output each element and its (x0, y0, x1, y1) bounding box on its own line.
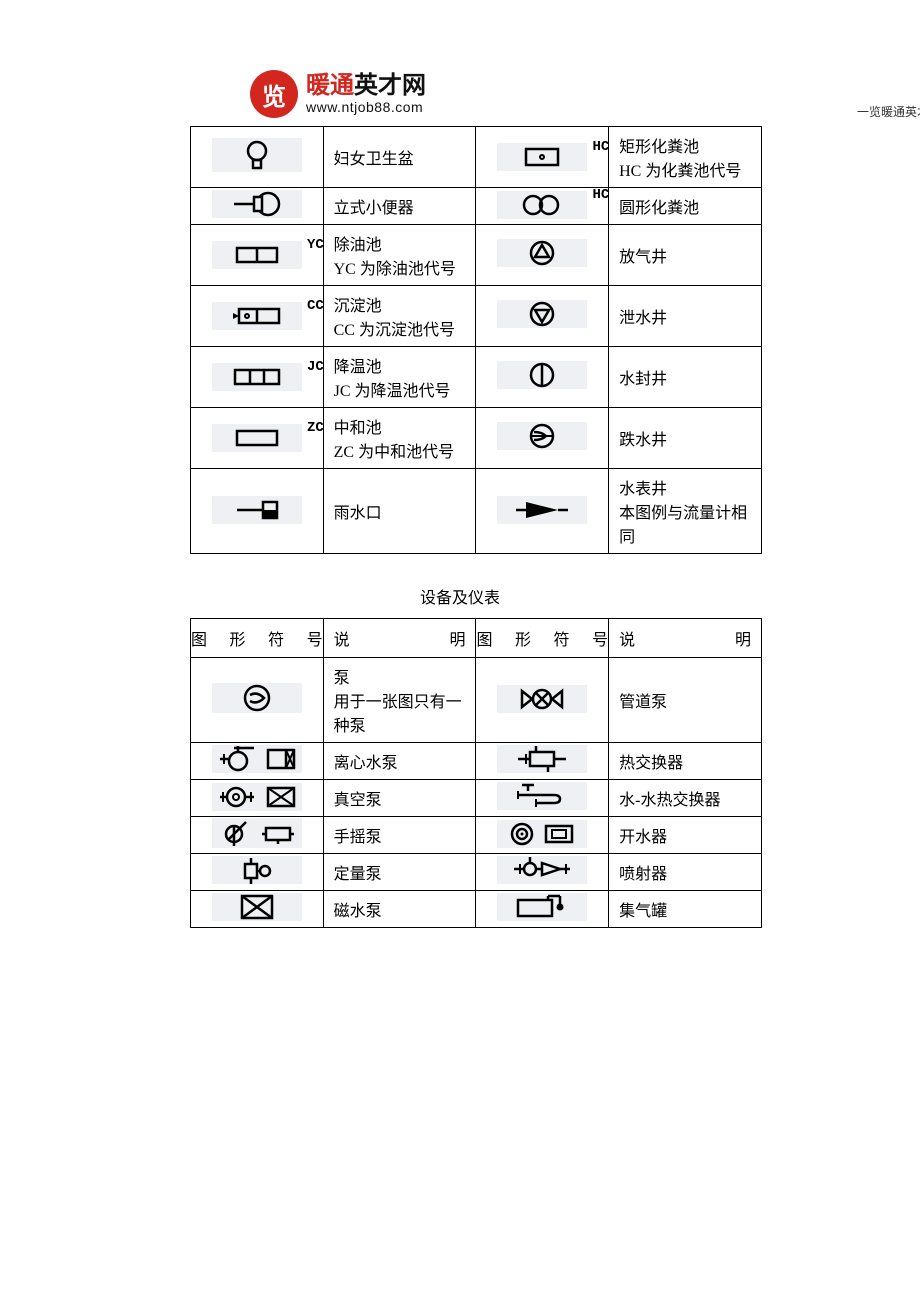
table-row: 离心水泵 热交换器 (191, 743, 762, 780)
symbol-rain-inlet-icon (212, 496, 302, 524)
symbol-desc: 开水器 (609, 817, 762, 854)
table-row: 定量泵 喷射器 (191, 854, 762, 891)
table-row: YC 除油池YC 为除油池代号 放气井 (191, 225, 762, 286)
table-row: 雨水口 水表井本图例与流量计相同 (191, 469, 762, 554)
symbol-drain-well-icon (497, 300, 587, 328)
symbol-meter-well-icon (497, 496, 587, 524)
col-header: 说明 (323, 619, 476, 658)
brand-name: 暖通英才网 (306, 73, 426, 99)
table-header-row: 图 形 符 号 说明 图 形 符 号 说明 (191, 619, 762, 658)
col-header: 图 形 符 号 (476, 619, 609, 658)
symbol-desc: 立式小便器 (323, 188, 476, 225)
symbol-desc: 雨水口 (323, 469, 476, 554)
symbol-metering-pump-icon (212, 856, 302, 884)
symbol-desc: 矩形化粪池HC 为化粪池代号 (609, 127, 762, 188)
symbol-air-collector-icon (497, 893, 587, 921)
symbol-magnetic-pump-icon (212, 893, 302, 921)
symbol-desc: 定量泵 (323, 854, 476, 891)
symbol-desc: 管道泵 (609, 658, 762, 743)
symbol-vent-well-icon (497, 239, 587, 267)
table-row: 手摇泵 开水器 (191, 817, 762, 854)
symbol-heat-exchanger-icon (497, 745, 587, 773)
brand-url: www.ntjob88.com (306, 100, 426, 115)
logo-icon: 览 (250, 70, 298, 118)
symbol-urinal-icon (212, 190, 302, 218)
symbol-ejector-icon (497, 856, 587, 884)
symbol-desc: 中和池ZC 为中和池代号 (323, 408, 476, 469)
symbol-desc: 跌水井 (609, 408, 762, 469)
col-header: 说明 (609, 619, 762, 658)
symbol-desc: 降温池JC 为降温池代号 (323, 347, 476, 408)
symbol-desc: 水表井本图例与流量计相同 (609, 469, 762, 554)
symbol-round-septic-icon: HC (497, 191, 587, 219)
symbol-water-water-hx-icon (497, 782, 587, 810)
table-row: ZC 中和池ZC 为中和池代号 跌水井 (191, 408, 762, 469)
symbol-desc: 集气罐 (609, 891, 762, 928)
symbol-desc: 真空泵 (323, 780, 476, 817)
table-row: 立式小便器 HC 圆形化粪池 (191, 188, 762, 225)
col-header: 图 形 符 号 (191, 619, 324, 658)
symbol-vacuum-pump-icon (212, 783, 302, 811)
symbol-grease-trap-icon: YC (212, 241, 302, 269)
table-row: JC 降温池JC 为降温池代号 水封井 (191, 347, 762, 408)
table-row: 妇女卫生盆 HC 矩形化粪池HC 为化粪池代号 (191, 127, 762, 188)
symbol-desc: 圆形化粪池 (609, 188, 762, 225)
symbols-table-1: 妇女卫生盆 HC 矩形化粪池HC 为化粪池代号 立式小便器 HC 圆形化粪池 Y… (190, 126, 762, 554)
symbol-desc: 水封井 (609, 347, 762, 408)
symbol-desc: 热交换器 (609, 743, 762, 780)
symbol-desc: 除油池YC 为除油池代号 (323, 225, 476, 286)
header-note: 一览暖通英才网收集，仅共参考 (857, 103, 920, 120)
section-title: 设备及仪表 (60, 584, 860, 608)
symbol-water-heater-icon (497, 820, 587, 848)
symbol-desc: 手摇泵 (323, 817, 476, 854)
symbol-desc: 沉淀池CC 为沉淀池代号 (323, 286, 476, 347)
symbol-desc: 泄水井 (609, 286, 762, 347)
symbol-desc: 喷射器 (609, 854, 762, 891)
symbol-desc: 离心水泵 (323, 743, 476, 780)
symbol-centrifugal-pump-icon (212, 745, 302, 773)
symbol-rect-septic-icon: HC (497, 143, 587, 171)
table-row: 泵用于一张图只有一种泵 管道泵 (191, 658, 762, 743)
symbol-desc: 水-水热交换器 (609, 780, 762, 817)
symbol-drop-well-icon (497, 422, 587, 450)
table-row: 磁水泵 集气罐 (191, 891, 762, 928)
symbol-pipe-pump-icon (497, 685, 587, 713)
symbol-water-seal-well-icon (497, 361, 587, 389)
symbol-bidet-icon (212, 138, 302, 172)
site-header: 览 暖通英才网 www.ntjob88.com 一览暖通英才网收集，仅共参考 (250, 70, 860, 118)
symbol-desc: 泵用于一张图只有一种泵 (323, 658, 476, 743)
symbol-pump-icon (212, 683, 302, 713)
symbol-desc: 放气井 (609, 225, 762, 286)
table-row: 真空泵 水-水热交换器 (191, 780, 762, 817)
symbol-desc: 妇女卫生盆 (323, 127, 476, 188)
symbols-table-2: 图 形 符 号 说明 图 形 符 号 说明 泵用于一张图只有一种泵 管道泵 离心… (190, 618, 762, 928)
symbol-desc: 磁水泵 (323, 891, 476, 928)
table-row: CC 沉淀池CC 为沉淀池代号 泄水井 (191, 286, 762, 347)
symbol-neutralization-tank-icon: ZC (212, 424, 302, 452)
symbol-cooling-tank-icon: JC (212, 363, 302, 391)
symbol-hand-pump-icon (212, 818, 302, 848)
symbol-settling-tank-icon: CC (212, 302, 302, 330)
